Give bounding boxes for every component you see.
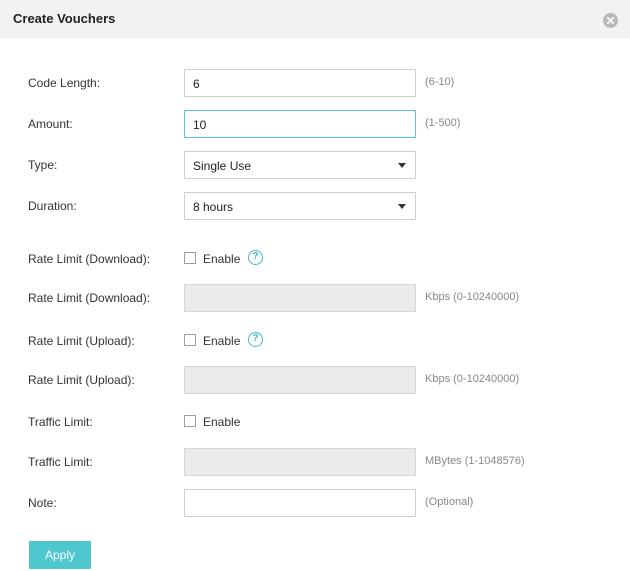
rate-limit-upload-hint: Kbps (0-10240000) bbox=[425, 373, 520, 385]
rate-limit-upload-enable-label: Rate Limit (Upload): bbox=[28, 334, 135, 348]
note-row: Note: (Optional) bbox=[0, 489, 630, 517]
duration-value: 8 hours bbox=[193, 200, 234, 214]
rate-limit-upload-label: Rate Limit (Upload): bbox=[28, 373, 135, 387]
code-length-hint: (6-10) bbox=[425, 76, 455, 88]
note-label: Note: bbox=[28, 496, 57, 510]
rate-limit-download-row: Rate Limit (Download): Kbps (0-10240000) bbox=[0, 284, 630, 312]
rate-limit-upload-enable-text[interactable]: Enable bbox=[203, 334, 240, 348]
traffic-limit-enable-row: Traffic Limit: Enable bbox=[0, 408, 630, 436]
rate-limit-upload-enable-row: Rate Limit (Upload): Enable ? bbox=[0, 327, 630, 355]
caret-down-icon bbox=[398, 204, 406, 209]
apply-button[interactable]: Apply bbox=[29, 541, 91, 569]
rate-limit-download-label: Rate Limit (Download): bbox=[28, 291, 151, 305]
code-length-label: Code Length: bbox=[28, 76, 101, 90]
traffic-limit-label: Traffic Limit: bbox=[28, 455, 93, 469]
traffic-limit-enable-label: Traffic Limit: bbox=[28, 415, 93, 429]
traffic-limit-checkbox[interactable] bbox=[184, 415, 196, 427]
rate-limit-download-checkbox[interactable] bbox=[184, 252, 196, 264]
traffic-limit-input[interactable] bbox=[184, 448, 416, 476]
amount-row: Amount: 10 (1-500) bbox=[0, 110, 630, 138]
note-input[interactable] bbox=[184, 489, 416, 517]
dialog-title: Create Vouchers bbox=[13, 11, 116, 26]
rate-limit-download-enable-label: Rate Limit (Download): bbox=[28, 252, 151, 266]
duration-label: Duration: bbox=[28, 199, 77, 213]
code-length-row: Code Length: 6 (6-10) bbox=[0, 69, 630, 97]
help-icon[interactable]: ? bbox=[248, 332, 263, 347]
rate-limit-upload-row: Rate Limit (Upload): Kbps (0-10240000) bbox=[0, 366, 630, 394]
type-select[interactable]: Single Use bbox=[184, 151, 416, 179]
traffic-limit-hint: MBytes (1-1048576) bbox=[425, 455, 525, 467]
amount-input[interactable]: 10 bbox=[184, 110, 416, 138]
rate-limit-download-enable-row: Rate Limit (Download): Enable ? bbox=[0, 245, 630, 273]
amount-hint: (1-500) bbox=[425, 117, 461, 129]
type-label: Type: bbox=[28, 158, 58, 172]
rate-limit-download-enable-text[interactable]: Enable bbox=[203, 252, 240, 266]
traffic-limit-row: Traffic Limit: MBytes (1-1048576) bbox=[0, 448, 630, 476]
caret-down-icon bbox=[398, 163, 406, 168]
amount-label: Amount: bbox=[28, 117, 73, 131]
close-icon[interactable] bbox=[603, 13, 618, 28]
duration-select[interactable]: 8 hours bbox=[184, 192, 416, 220]
code-length-input[interactable]: 6 bbox=[184, 69, 416, 97]
help-icon[interactable]: ? bbox=[248, 250, 263, 265]
rate-limit-upload-checkbox[interactable] bbox=[184, 334, 196, 346]
duration-row: Duration: 8 hours bbox=[0, 192, 630, 220]
type-row: Type: Single Use bbox=[0, 151, 630, 179]
rate-limit-download-input[interactable] bbox=[184, 284, 416, 312]
note-hint: (Optional) bbox=[425, 496, 474, 508]
rate-limit-download-hint: Kbps (0-10240000) bbox=[425, 291, 520, 303]
traffic-limit-enable-text[interactable]: Enable bbox=[203, 415, 240, 429]
rate-limit-upload-input[interactable] bbox=[184, 366, 416, 394]
type-value: Single Use bbox=[193, 159, 252, 173]
amount-value: 10 bbox=[193, 118, 207, 132]
code-length-value: 6 bbox=[193, 77, 200, 91]
dialog-header: Create Vouchers bbox=[0, 0, 630, 38]
